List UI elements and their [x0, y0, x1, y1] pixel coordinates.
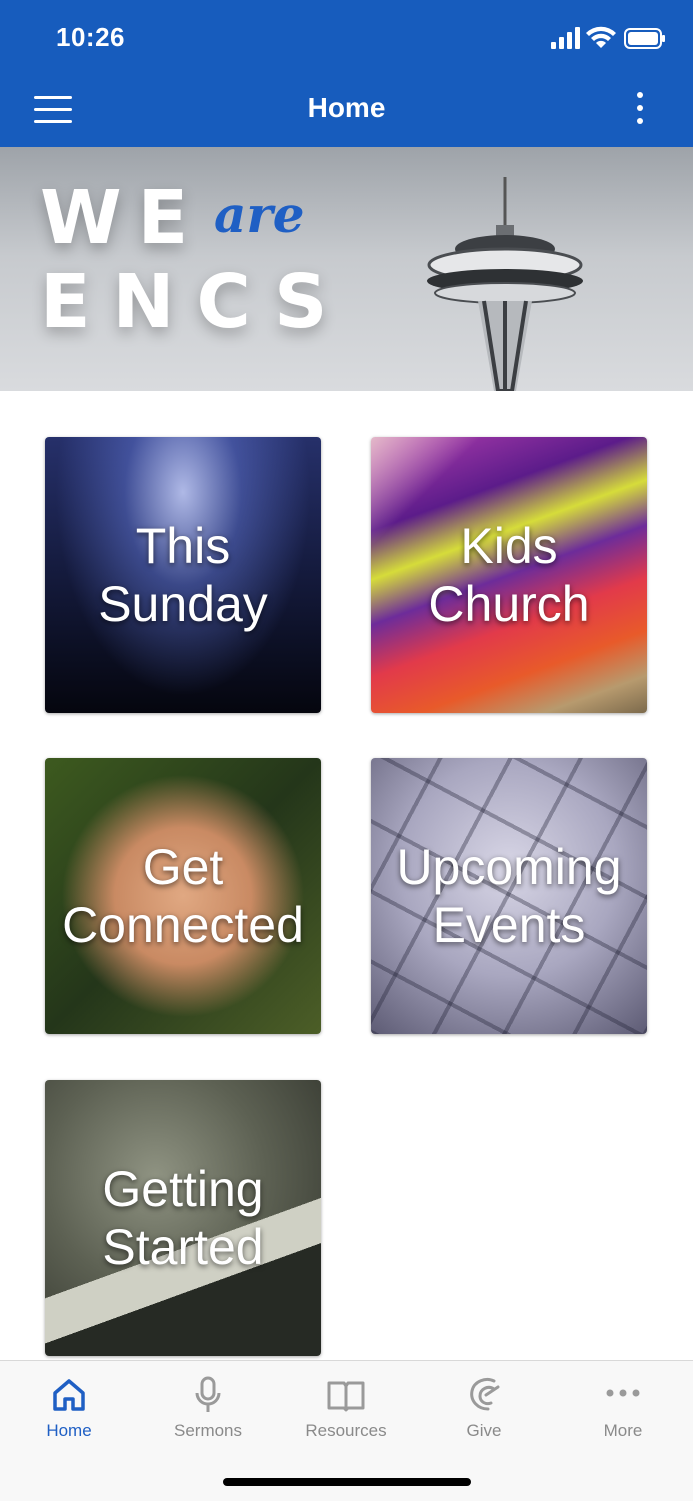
status-time: 10:26	[56, 22, 125, 52]
tile-this-sunday[interactable]: This Sunday	[45, 437, 321, 713]
nav-label: Resources	[305, 1421, 387, 1440]
page-title: Home	[307, 92, 386, 123]
hero-banner: WE are ENCS	[0, 147, 693, 391]
banner-line2: ENCS	[40, 259, 350, 345]
battery-icon	[624, 28, 665, 49]
nav-label: Sermons	[173, 1421, 243, 1440]
give-icon	[470, 1377, 500, 1411]
banner-accent: are	[214, 185, 305, 244]
nav-sermons[interactable]: Sermons	[139, 1361, 277, 1461]
book-icon	[327, 1381, 365, 1412]
microphone-icon	[195, 1376, 221, 1412]
nav-resources[interactable]: Resources	[277, 1361, 415, 1461]
tile-label: Kids Church	[428, 518, 590, 632]
nav-label: Home	[46, 1421, 92, 1440]
wifi-icon	[586, 26, 616, 48]
tile-label: Get Connected	[62, 839, 304, 953]
nav-label: Give	[466, 1421, 502, 1440]
overflow-menu-button[interactable]	[628, 92, 652, 130]
tile-label: Getting Started	[102, 1161, 264, 1275]
kebab-icon	[637, 92, 643, 98]
space-needle-illustration	[427, 177, 583, 391]
nav-more[interactable]: More	[554, 1361, 692, 1461]
nav-label: More	[603, 1421, 643, 1440]
tile-get-connected[interactable]: Get Connected	[45, 758, 321, 1034]
tile-getting-started[interactable]: Getting Started	[45, 1080, 321, 1356]
home-indicator	[223, 1478, 471, 1486]
home-icon	[53, 1379, 85, 1411]
tile-label: This Sunday	[98, 518, 268, 632]
banner-line1: WE	[40, 175, 205, 261]
signal-icon	[551, 27, 580, 49]
tile-upcoming-events[interactable]: Upcoming Events	[371, 758, 647, 1034]
tile-label: Upcoming Events	[396, 839, 622, 953]
more-dots-icon	[606, 1389, 640, 1397]
tile-kids-church[interactable]: Kids Church	[371, 437, 647, 713]
nav-give[interactable]: Give	[415, 1361, 553, 1461]
top-bar: 10:26 Home	[0, 0, 693, 147]
nav-home[interactable]: Home	[0, 1361, 138, 1461]
status-icons	[551, 26, 665, 49]
